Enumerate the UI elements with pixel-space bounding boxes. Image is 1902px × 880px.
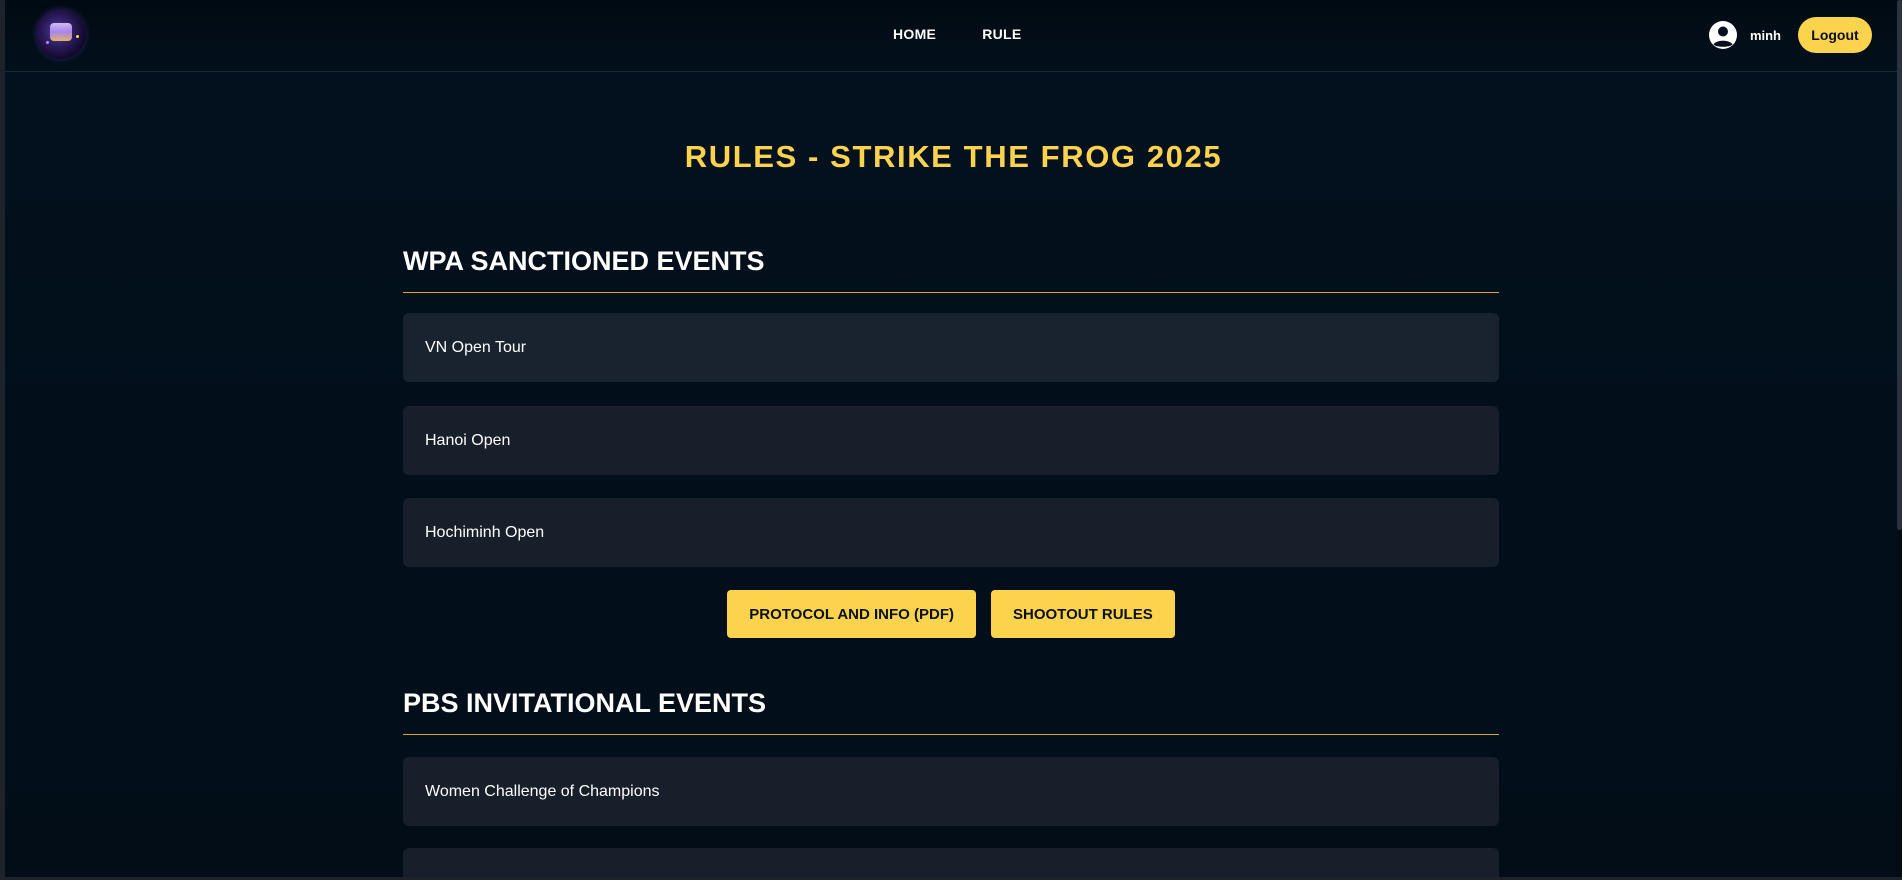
event-card-hochiminh-open[interactable]: Hochiminh Open [403, 498, 1499, 567]
event-card-women-challenge[interactable]: Women Challenge of Champions [403, 757, 1499, 826]
event-card-hanoi-open[interactable]: Hanoi Open [403, 406, 1499, 475]
section-title: WPA SANCTIONED EVENTS [403, 246, 1499, 293]
event-name: Women Challenge of Champions [425, 782, 660, 800]
logo-spark [76, 35, 79, 38]
section-actions: PROTOCOL AND INFO (PDF) SHOOTOUT RULES [403, 590, 1499, 638]
page-title: RULES - STRIKE THE FROG 2025 [684, 139, 1223, 174]
main-nav: HOME RULE [893, 26, 1022, 42]
logout-button[interactable]: Logout [1798, 17, 1872, 53]
logo-spark [46, 41, 49, 44]
nav-home-link[interactable]: HOME [893, 26, 936, 42]
shootout-rules-button[interactable]: SHOOTOUT RULES [991, 590, 1175, 638]
nav-rule-link[interactable]: RULE [982, 26, 1021, 42]
event-card-vn-open-tour[interactable]: VN Open Tour [403, 313, 1499, 382]
section-title: PBS INVITATIONAL EVENTS [403, 688, 1499, 735]
top-navbar: HOME RULE minh Logout [5, 0, 1902, 72]
username-label: minh [1749, 27, 1781, 43]
app-window: HOME RULE minh Logout RULES - STRIKE THE… [0, 0, 1902, 880]
event-name: Hochiminh Open [425, 523, 545, 541]
section-wpa-sanctioned: WPA SANCTIONED EVENTS VN Open Tour Hanoi… [403, 246, 1499, 640]
protocol-info-pdf-button[interactable]: PROTOCOL AND INFO (PDF) [727, 590, 976, 638]
section-pbs-invitational: PBS INVITATIONAL EVENTS Women Challenge … [403, 688, 1499, 877]
event-name: Hanoi Open [425, 431, 511, 449]
user-avatar-icon[interactable] [1708, 20, 1738, 50]
page-scrollbar[interactable] [1897, 0, 1902, 877]
logo-emblem [50, 23, 72, 41]
site-logo[interactable] [36, 9, 86, 59]
event-card-partial[interactable] [403, 848, 1499, 877]
user-area: minh Logout [1708, 17, 1872, 53]
event-name: VN Open Tour [425, 338, 527, 356]
scrollbar-thumb[interactable] [1897, 0, 1902, 530]
